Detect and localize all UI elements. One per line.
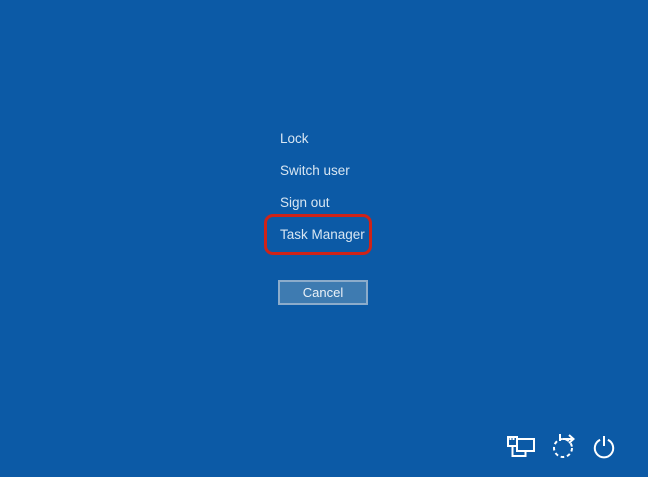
cancel-button[interactable]: Cancel <box>278 280 368 305</box>
menu-item-lock[interactable]: Lock <box>280 129 365 161</box>
menu-item-sign-out-label: Sign out <box>280 195 330 210</box>
menu-item-task-manager-label: Task Manager <box>280 227 365 242</box>
network-icon[interactable] <box>506 435 536 459</box>
windows-security-screen: Lock Switch user Sign out Task Manager C… <box>0 0 648 477</box>
ease-of-access-icon[interactable] <box>550 433 577 460</box>
power-icon[interactable] <box>591 434 617 460</box>
menu-item-sign-out[interactable]: Sign out <box>280 193 365 225</box>
menu-item-lock-label: Lock <box>280 131 309 146</box>
menu-item-task-manager[interactable]: Task Manager <box>280 225 365 257</box>
menu-item-switch-user-label: Switch user <box>280 163 350 178</box>
menu-item-switch-user[interactable]: Switch user <box>280 161 365 193</box>
tray-icon-row <box>506 433 617 460</box>
security-options-menu: Lock Switch user Sign out Task Manager <box>280 129 365 257</box>
